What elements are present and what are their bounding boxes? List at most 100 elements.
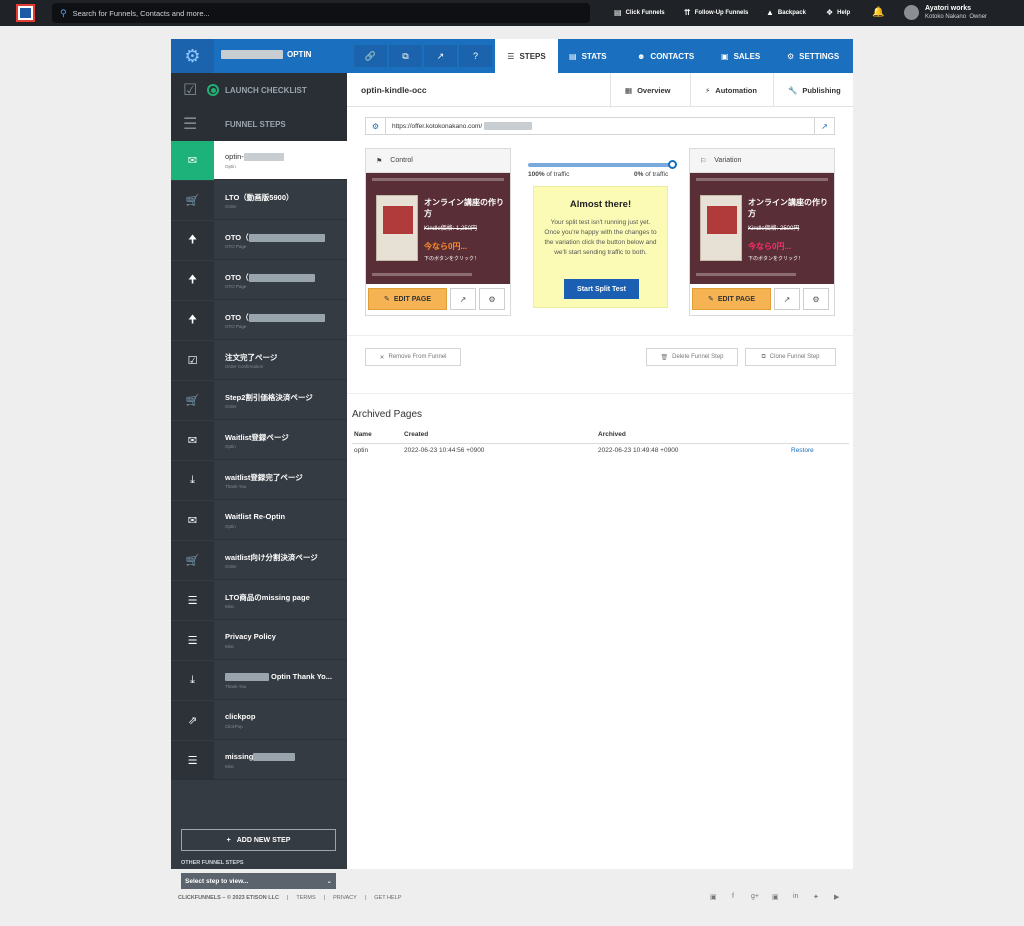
tab-settings[interactable]: ⚙ SETTINGS [787, 39, 839, 73]
copy-icon[interactable]: ⧉ [389, 45, 422, 67]
step-title: missing [225, 752, 296, 762]
search-placeholder: Search for Funnels, Contacts and more... [72, 8, 210, 18]
terms-link[interactable]: TERMS [296, 895, 315, 901]
twitter-icon[interactable]: ✦ [813, 893, 819, 901]
followup-funnels-link[interactable]: ⇈ Follow-Up Funnels [684, 8, 748, 17]
tab-contacts[interactable]: ☻ CONTACTS [637, 39, 694, 73]
question-icon[interactable]: ? [459, 45, 492, 67]
users-icon: ☻ [637, 51, 646, 61]
sidebar-step[interactable]: ⤓ Optin Thank Yo... Thank You [171, 661, 347, 700]
bell-icon[interactable]: 🔔 [872, 7, 884, 18]
edit-icon: ✎ [383, 296, 390, 303]
link-icon[interactable]: 🔗 [354, 45, 387, 67]
book-image [700, 195, 742, 261]
sidebar-step[interactable]: 🠉 OTO（ OTO Page [171, 261, 347, 300]
top-bar: ⚲ Search for Funnels, Contacts and more.… [0, 0, 1024, 26]
variation-thumbnail[interactable]: オンライン講座の作り方 Kindle価格: 2500円 今なら0円... 下のボ… [690, 173, 834, 284]
clone-funnel-step-button[interactable]: ⧉ Clone Funnel Step [745, 348, 836, 366]
backpack-link[interactable]: ▲ Backpack [766, 8, 806, 17]
sidebar-step[interactable]: ☰ LTO商品のmissing page Misc [171, 581, 347, 620]
tab-overview[interactable]: ▦ Overview [610, 73, 690, 108]
user-menu[interactable]: Ayatori works Kotoko Nakano Owner [904, 4, 987, 21]
step-title: LTO（動画版5900） [225, 193, 294, 202]
instagram-icon[interactable]: ▣ [710, 893, 717, 901]
popup-icon: ⇗ [171, 701, 214, 740]
step-title: Waitlist Re-Optin [225, 512, 286, 521]
bars-icon: ☰ [507, 51, 515, 61]
step-type: OTO Page [225, 284, 247, 289]
variation-label: Variation [714, 157, 742, 164]
sidebar-step[interactable]: ⤓ waitlist登録完了ページ Thank You [171, 461, 347, 500]
sidebar-step[interactable]: ✉ Waitlist Re-Optin Optin [171, 501, 347, 540]
tab-publishing[interactable]: 🔧 Publishing [773, 73, 853, 107]
add-new-step-button[interactable]: + ADD NEW STEP [181, 829, 336, 851]
delete-funnel-step-button[interactable]: 🗑 Delete Funnel Step [646, 348, 738, 366]
grid-icon: ▦ [625, 85, 633, 95]
envelope-icon: ✉ [171, 421, 214, 460]
sidebar-step[interactable]: ✉ Waitlist登録ページ Optin [171, 421, 347, 460]
step-type: Optin [225, 444, 236, 449]
tab-stats[interactable]: ▤ STATS [569, 39, 607, 73]
step-title: Optin Thank Yo... [225, 672, 332, 682]
other-steps-select[interactable]: Select step to view... ⌄ [181, 873, 336, 889]
external-link-icon[interactable]: ↗ [424, 45, 457, 67]
edit-page-button[interactable]: ✎ EDIT PAGE [692, 288, 771, 310]
privacy-link[interactable]: PRIVACY [333, 895, 357, 901]
get-help-link[interactable]: GET HELP [374, 895, 401, 901]
traffic-slider-handle[interactable] [668, 160, 677, 169]
external-link-icon[interactable]: ↗ [774, 288, 800, 310]
step-type: Misc [225, 644, 235, 649]
gear-icon[interactable]: ⚙ [171, 39, 214, 73]
sidebar-step[interactable]: ☰ missing Misc [171, 741, 347, 780]
arrow-up-icon: 🠉 [171, 221, 214, 260]
traffic-track[interactable] [528, 163, 672, 167]
step-url[interactable]: https://offer.kotokonakano.com/ [386, 122, 533, 130]
thumb-now: 今なら0円... [424, 242, 468, 251]
googleplus-icon[interactable]: g+ [751, 893, 759, 900]
step-title: optin- [225, 152, 284, 162]
funnel-steps-header: ☰ FUNNEL STEPS [171, 107, 347, 141]
tab-automation[interactable]: ⚡ Automation [690, 73, 773, 107]
start-split-test-button[interactable]: Start Split Test [564, 279, 639, 299]
step-type: Misc [225, 764, 235, 769]
split-test-notice: Almost there! Your split test isn't runn… [533, 186, 668, 308]
gear-icon[interactable]: ⚙ [803, 288, 829, 310]
tab-sales[interactable]: ▣ SALES [721, 39, 760, 73]
sidebar-step[interactable]: 🛒 LTO（動画版5900） Order [171, 181, 347, 220]
instagram-icon[interactable]: ▣ [772, 893, 779, 901]
sidebar-step[interactable]: 🛒 waitlist向け分割決済ページ Order [171, 541, 347, 580]
global-search-input[interactable]: ⚲ Search for Funnels, Contacts and more.… [52, 3, 590, 23]
edit-page-button[interactable]: ✎ EDIT PAGE [368, 288, 447, 310]
clickfunnels-logo[interactable] [16, 4, 35, 22]
remove-from-funnel-button[interactable]: ✕ Remove From Funnel [365, 348, 461, 366]
thumb-price: Kindle価格: 2500円 [748, 226, 800, 232]
sidebar-step[interactable]: ☑ 注文完了ページ Order Confirmation [171, 341, 347, 380]
gear-icon[interactable]: ⚙ [366, 118, 386, 134]
external-link-icon[interactable]: ↗ [450, 288, 476, 310]
launch-checklist[interactable]: ☑ LAUNCH CHECKLIST [171, 73, 347, 107]
sidebar-step[interactable]: 🠉 OTO（ OTO Page [171, 221, 347, 260]
step-url-bar[interactable]: ⚙ https://offer.kotokonakano.com/ ↗ [365, 117, 835, 135]
sidebar-step[interactable]: ✉ optin- Optin [171, 141, 347, 180]
help-icon: ❖ [826, 8, 834, 17]
user-role: Kotoko Nakano Owner [925, 14, 988, 20]
control-thumbnail[interactable]: オンライン講座の作り方 Kindle価格: 1,250円 今なら0円... 下の… [366, 173, 510, 284]
external-link-icon[interactable]: ↗ [814, 118, 834, 134]
sidebar-step[interactable]: 🛒 Step2割引価格決済ページ Order [171, 381, 347, 420]
gear-icon[interactable]: ⚙ [479, 288, 505, 310]
clickfunnels-link[interactable]: ▤ Click Funnels [614, 8, 665, 17]
edit-icon: ✎ [707, 296, 714, 303]
copy-icon: ⧉ [761, 353, 766, 360]
sidebar-step[interactable]: 🠉 OTO（ OTO Page [171, 301, 347, 340]
flag-outline-icon: ⚐ [700, 157, 707, 165]
tab-steps[interactable]: ☰ STEPS [495, 39, 558, 73]
sidebar-step[interactable]: ⇗ clickpop ClickPop [171, 701, 347, 740]
youtube-icon[interactable]: ▶ [834, 893, 839, 901]
step-type: Order [225, 404, 237, 409]
step-title: Privacy Policy [225, 632, 276, 641]
restore-link[interactable]: Restore [791, 447, 814, 454]
help-link[interactable]: ❖ Help [826, 8, 850, 17]
facebook-icon[interactable]: f [732, 893, 734, 900]
sidebar-step[interactable]: ☰ Privacy Policy Misc [171, 621, 347, 660]
linkedin-icon[interactable]: in [793, 893, 798, 900]
